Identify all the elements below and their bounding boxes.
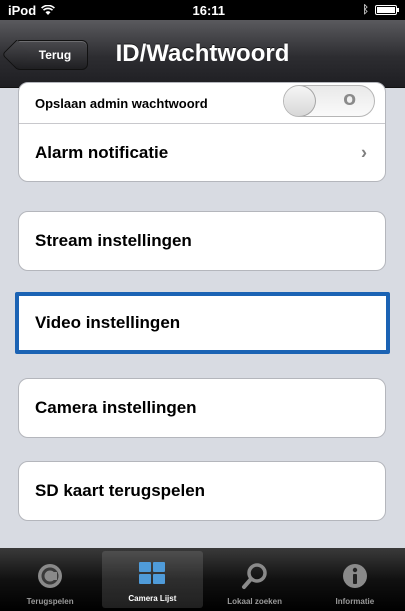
cell-label: Alarm notificatie <box>35 142 169 162</box>
nav-bar: ID/Wachtwoord Terug <box>0 20 405 88</box>
playback-icon <box>35 561 65 591</box>
settings-group-camera: Camera instellingen <box>18 378 386 438</box>
settings-group-sd-card: SD kaart terugspelen <box>18 461 386 521</box>
status-left: iPod <box>8 2 56 18</box>
toggle-knob <box>284 86 316 116</box>
wifi-icon <box>41 4 56 16</box>
tab-label: Informatie <box>335 597 375 606</box>
cell-label: Opslaan admin wachtwoord <box>35 95 208 111</box>
bluetooth-icon: ᛒ <box>362 4 369 16</box>
cell-video-settings[interactable]: Video instellingen <box>19 296 386 350</box>
cell-stream-settings[interactable]: Stream instellingen <box>19 212 385 270</box>
cell-label: Stream instellingen <box>35 231 192 250</box>
settings-group-stream: Stream instellingen <box>18 211 386 271</box>
cell-label: SD kaart terugspelen <box>35 481 206 500</box>
tab-label: Camera Lijst <box>128 594 177 603</box>
tab-label: Terugspelen <box>26 597 74 606</box>
cell-label: Video instellingen <box>35 313 181 332</box>
toggle-off-label: O <box>343 91 356 109</box>
carrier-label: iPod <box>8 2 37 18</box>
settings-group-video: Video instellingen <box>15 292 390 354</box>
save-admin-password-toggle[interactable]: O <box>283 85 375 117</box>
cell-save-admin-password: Opslaan admin wachtwoord O <box>19 83 385 123</box>
battery-icon <box>374 5 399 15</box>
tab-bar: Terugspelen Camera Lijst Lokaal zoeken I… <box>0 548 405 611</box>
cell-alarm-notification[interactable]: Alarm notificatie › <box>19 123 385 181</box>
status-bar: iPod 16:11 ᛒ <box>0 0 405 20</box>
back-button[interactable]: Terug <box>14 40 88 70</box>
cell-sd-card-playback[interactable]: SD kaart terugspelen <box>19 462 385 520</box>
tab-information[interactable]: Informatie <box>305 548 405 611</box>
search-icon <box>240 561 270 591</box>
cell-label: Camera instellingen <box>35 398 197 417</box>
tab-camera-list[interactable]: Camera Lijst <box>102 551 203 608</box>
tab-playback[interactable]: Terugspelen <box>0 548 100 611</box>
cell-camera-settings[interactable]: Camera instellingen <box>19 379 385 437</box>
tab-label: Lokaal zoeken <box>227 597 282 606</box>
status-right: ᛒ <box>362 4 399 16</box>
tab-local-search[interactable]: Lokaal zoeken <box>205 548 305 611</box>
settings-group-admin: Opslaan admin wachtwoord O Alarm notific… <box>18 82 386 182</box>
back-button-label: Terug <box>38 48 72 62</box>
status-time: 16:11 <box>192 2 226 18</box>
info-icon <box>340 561 370 591</box>
chevron-right-icon: › <box>361 142 367 162</box>
camera-list-icon <box>137 558 167 588</box>
